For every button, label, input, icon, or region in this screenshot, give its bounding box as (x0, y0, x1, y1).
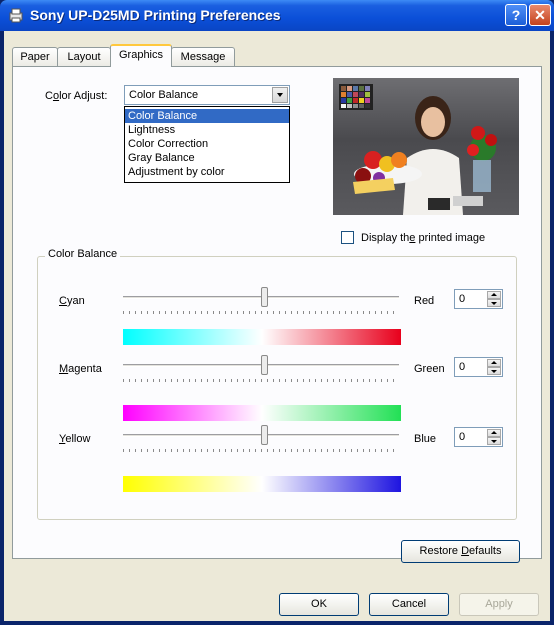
slider-thumb[interactable] (261, 425, 268, 445)
yellow-blue-value: 0 (459, 431, 466, 443)
yellow-blue-value-stepper[interactable]: 0 (454, 427, 503, 447)
ok-button[interactable]: OK (279, 593, 359, 616)
printer-icon (9, 8, 23, 23)
option-color-correction[interactable]: Color Correction (125, 137, 289, 151)
decrement-icon[interactable] (487, 299, 501, 307)
red-label: Red (414, 295, 435, 307)
magenta-label: Magenta (59, 363, 102, 375)
slider-thumb[interactable] (261, 287, 268, 307)
increment-icon[interactable] (487, 429, 501, 437)
dropdown-arrow-icon[interactable] (272, 87, 288, 103)
cyan-red-gradient-bar (123, 329, 401, 345)
cyan-red-value: 0 (459, 293, 466, 305)
color-balance-group-label: Color Balance (45, 248, 121, 260)
stepper-buttons (487, 429, 501, 445)
slider-thumb[interactable] (261, 355, 268, 375)
display-printed-image-checkbox[interactable] (341, 231, 354, 244)
cancel-button[interactable]: Cancel (369, 593, 449, 616)
color-adjust-dropdown[interactable]: Color Balance (124, 85, 290, 105)
slider-ticks (123, 311, 399, 314)
magenta-green-value-stepper[interactable]: 0 (454, 357, 503, 377)
display-printed-image-label: Display the printed image (361, 232, 486, 244)
title-bar[interactable]: Sony UP-D25MD Printing Preferences ? ✕ (0, 0, 554, 31)
restore-defaults-button[interactable]: Restore Defaults (401, 540, 520, 563)
increment-icon[interactable] (487, 291, 501, 299)
preferences-window: Sony UP-D25MD Printing Preferences ? ✕ P… (0, 0, 554, 625)
decrement-icon[interactable] (487, 367, 501, 375)
help-button[interactable]: ? (505, 4, 527, 26)
option-color-balance[interactable]: Color Balance (125, 109, 289, 123)
magenta-green-gradient-bar (123, 405, 401, 421)
color-chart (341, 86, 370, 108)
slider-ticks (123, 449, 399, 452)
stepper-buttons (487, 291, 501, 307)
color-adjust-options-list: Color Balance Lightness Color Correction… (124, 106, 290, 183)
option-gray-balance[interactable]: Gray Balance (125, 151, 289, 165)
yellow-label: Yellow (59, 433, 91, 445)
tab-graphics[interactable]: Graphics (110, 44, 172, 67)
option-adjustment-by-color[interactable]: Adjustment by color (125, 165, 289, 179)
tab-message[interactable]: Message (171, 47, 235, 66)
tab-layout[interactable]: Layout (57, 47, 111, 66)
decrement-icon[interactable] (487, 437, 501, 445)
dialog-body: Paper Layout Graphics Message Color Adju… (4, 31, 550, 621)
green-label: Green (414, 363, 445, 375)
stepper-buttons (487, 359, 501, 375)
cyan-label: Cyan (59, 295, 85, 307)
yellow-blue-gradient-bar (123, 476, 401, 492)
increment-icon[interactable] (487, 359, 501, 367)
slider-ticks (123, 379, 399, 382)
cyan-red-value-stepper[interactable]: 0 (454, 289, 503, 309)
apply-button[interactable]: Apply (459, 593, 539, 616)
magenta-green-value: 0 (459, 361, 466, 373)
preview-photo (339, 84, 497, 215)
window-title: Sony UP-D25MD Printing Preferences (30, 7, 281, 23)
color-adjust-label: Color Adjust: (45, 90, 108, 102)
close-button[interactable]: ✕ (529, 4, 551, 26)
option-lightness[interactable]: Lightness (125, 123, 289, 137)
blue-label: Blue (414, 433, 437, 445)
preview-image (333, 78, 519, 215)
tab-paper[interactable]: Paper (12, 47, 58, 66)
color-adjust-value: Color Balance (129, 89, 199, 101)
